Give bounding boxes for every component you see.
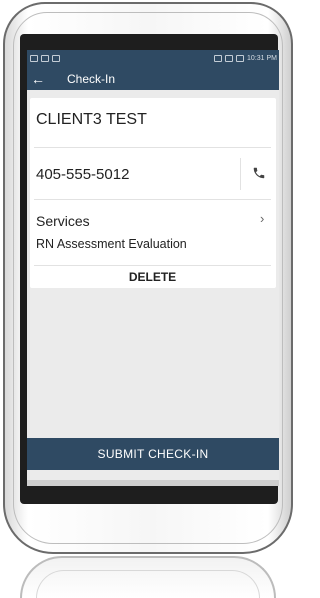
phone-reflection-inner [36, 570, 260, 598]
divider [240, 158, 241, 190]
divider [34, 265, 271, 266]
signal-icon [225, 55, 234, 62]
notification-icon [41, 55, 49, 62]
divider [34, 199, 271, 200]
notification-icon [30, 55, 38, 62]
phone-icon[interactable] [252, 166, 266, 180]
status-notification-icons [30, 55, 60, 62]
service-value: RN Assessment Evaluation [36, 237, 187, 251]
status-bar: 10:31 PM [27, 50, 279, 67]
services-label[interactable]: Services [36, 213, 90, 229]
status-system-icons: 10:31 PM [214, 55, 277, 62]
page-title: Check-In [67, 71, 116, 86]
client-card: CLIENT3 TEST 405-555-5012 Services › RN … [30, 98, 276, 288]
divider [34, 147, 271, 148]
arrow-left-icon[interactable]: ← [31, 72, 53, 86]
client-phone[interactable]: 405-555-5012 [36, 166, 129, 183]
client-name: CLIENT3 TEST [36, 111, 147, 128]
phone-reflection [20, 556, 276, 598]
battery-icon [236, 55, 245, 62]
app-screen: 10:31 PM ← Check-In CLIENT3 TEST 405-555… [27, 50, 279, 486]
status-time: 10:31 PM [247, 55, 277, 62]
delete-button[interactable]: DELETE [34, 267, 271, 288]
bottom-strip [27, 480, 279, 486]
notification-icon [52, 55, 60, 62]
wifi-icon [214, 55, 223, 62]
app-bar: ← Check-In [27, 67, 279, 90]
chevron-right-icon[interactable]: › [260, 211, 264, 226]
submit-check-in-button[interactable]: SUBMIT CHECK-IN [27, 438, 279, 470]
